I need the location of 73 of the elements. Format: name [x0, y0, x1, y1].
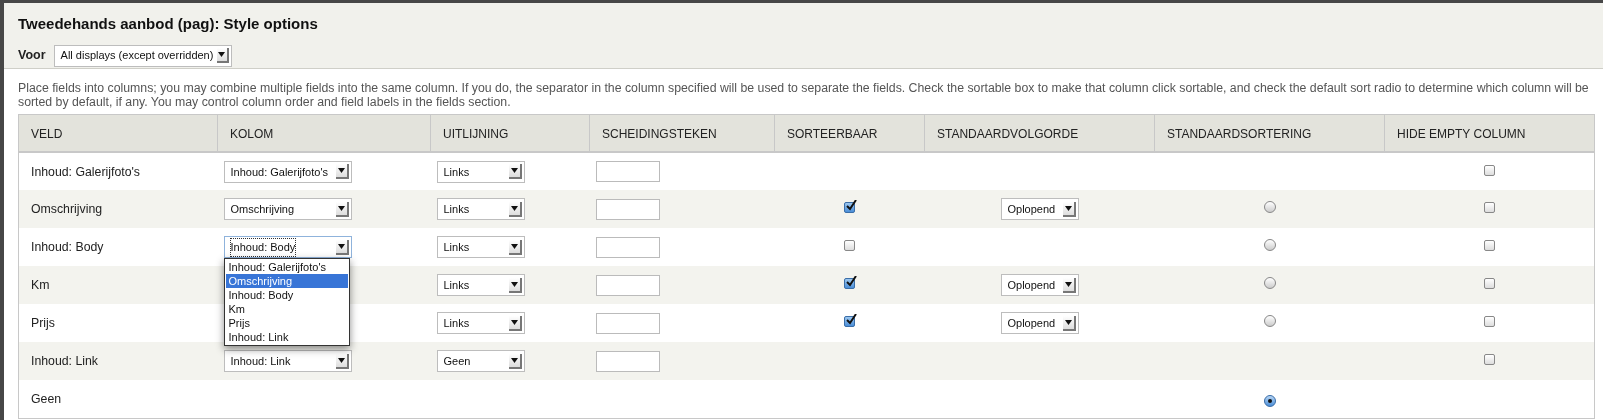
caret-icon: [335, 201, 349, 217]
alignment-select[interactable]: Links: [436, 312, 525, 335]
hide-empty-checkbox[interactable]: [1483, 202, 1495, 214]
default-sort-radio[interactable]: [1263, 277, 1276, 290]
caret-icon: [335, 164, 349, 180]
separator-field[interactable]: [595, 312, 660, 334]
caret-icon: [335, 239, 349, 255]
hide-empty-checkbox[interactable]: [1483, 164, 1495, 176]
default-sort-radio[interactable]: [1263, 201, 1276, 214]
column-header: UITLIJNING: [430, 114, 590, 153]
caret-icon: [508, 239, 522, 255]
display-select[interactable]: All displays (except overridden): [53, 44, 232, 67]
column-header: SORTEERBAAR: [774, 114, 925, 153]
column-header: STANDAARDSORTERING: [1154, 114, 1385, 153]
separator-field[interactable]: [595, 274, 660, 296]
sort-order-select[interactable]: Oplopend: [1000, 274, 1079, 297]
field-name: Inhoud: Link: [18, 342, 218, 381]
caret-icon: [508, 315, 522, 331]
column-header: SCHEIDINGSTEKEN: [589, 114, 775, 153]
sortable-checkbox[interactable]: [844, 316, 855, 328]
column-header: KOLOM: [217, 114, 431, 153]
hide-empty-checkbox[interactable]: [1483, 240, 1495, 252]
sort-order-select[interactable]: Oplopend: [1000, 198, 1079, 221]
field-name: Inhoud: Body: [18, 228, 218, 267]
alignment-select[interactable]: Links: [436, 160, 525, 183]
default-sort-radio[interactable]: [1263, 394, 1276, 407]
dropdown-option[interactable]: Km: [225, 302, 348, 317]
hide-empty-checkbox[interactable]: [1483, 278, 1495, 290]
column-select[interactable]: Omschrijving: [223, 198, 352, 221]
dropdown-option[interactable]: Omschrijving: [225, 274, 348, 289]
column-select[interactable]: Inhoud: Link: [223, 350, 352, 373]
hide-empty-checkbox[interactable]: [1483, 354, 1495, 366]
sortable-checkbox[interactable]: [844, 202, 855, 214]
caret-icon: [508, 164, 522, 180]
dropdown-option[interactable]: Inhoud: Link: [225, 330, 348, 345]
caret-icon: [217, 48, 229, 63]
alignment-select[interactable]: Links: [436, 198, 525, 221]
default-sort-radio[interactable]: [1263, 315, 1276, 328]
alignment-select[interactable]: Links: [436, 274, 525, 297]
alignment-select[interactable]: Geen: [436, 350, 525, 373]
column-select[interactable]: Inhoud: Galerijfoto's: [223, 160, 352, 183]
sort-order-select[interactable]: Oplopend: [1000, 312, 1079, 335]
field-name: Geen: [18, 380, 218, 419]
column-header: HIDE EMPTY COLUMN: [1384, 114, 1595, 153]
caret-icon: [508, 201, 522, 217]
display-label: Voor: [18, 47, 46, 65]
dropdown-option[interactable]: Inhoud: Galerijfoto's: [225, 260, 348, 275]
field-name: Omschrijving: [18, 190, 218, 229]
column-select[interactable]: Inhoud: Body: [223, 236, 352, 259]
separator-field[interactable]: [595, 236, 660, 258]
field-name: Km: [18, 266, 218, 305]
column-header: STANDAARDVOLGORDE: [924, 114, 1155, 153]
caret-icon: [1062, 277, 1076, 293]
caret-icon: [508, 353, 522, 369]
caret-icon: [1062, 315, 1076, 331]
default-sort-radio[interactable]: [1263, 239, 1276, 252]
column-header: VELD: [18, 114, 218, 153]
field-name: Prijs: [18, 304, 218, 343]
field-name: Inhoud: Galerijfoto's: [18, 152, 218, 191]
alignment-select[interactable]: Links: [436, 236, 525, 259]
separator-field[interactable]: [595, 350, 660, 372]
page-title: Tweedehands aanbod (pag): Style options: [18, 14, 319, 34]
caret-icon: [508, 277, 522, 293]
description-text: Place fields into columns; you may combine multiple fields into the same column. If you do, the separator in the column specified will be used to separate the fields. Check the sortable box to make that column click sortable, and check the default sort radio to determine which column will be sorted by default, if any. You may control column order and field labels in the fields section.: [17, 80, 1590, 112]
separator-field[interactable]: [595, 198, 660, 220]
dropdown-option[interactable]: Inhoud: Body: [225, 288, 348, 303]
sortable-checkbox[interactable]: [844, 278, 855, 290]
separator-field[interactable]: [595, 161, 660, 183]
caret-icon: [1062, 201, 1076, 217]
hide-empty-checkbox[interactable]: [1483, 316, 1495, 328]
dropdown-option[interactable]: Prijs: [225, 316, 348, 331]
sortable-checkbox[interactable]: [844, 240, 855, 252]
caret-icon: [335, 353, 349, 369]
